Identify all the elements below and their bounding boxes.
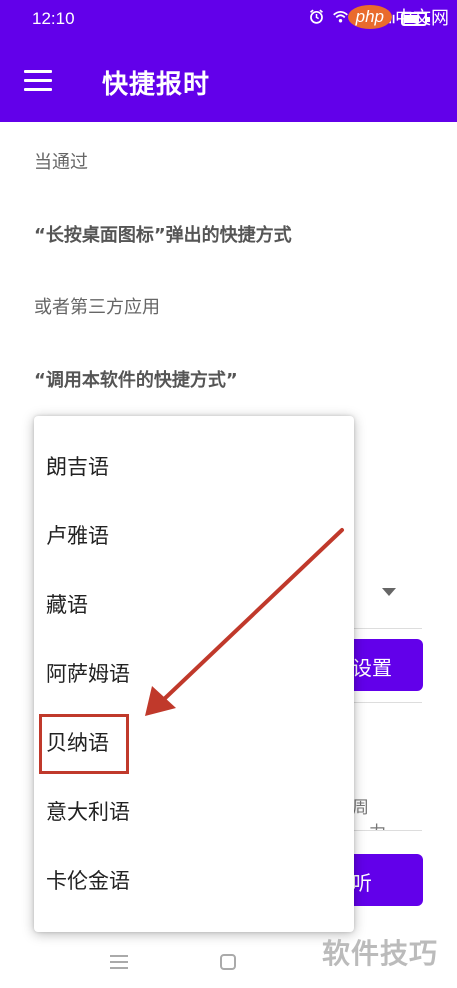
watermark-top: php 中文网 xyxy=(347,4,449,30)
content-line-2: “长按桌面图标”弹出的快捷方式 xyxy=(34,225,292,246)
divider xyxy=(352,628,422,629)
content-line-1: 当通过 xyxy=(34,152,88,173)
app-title: 快捷报时 xyxy=(102,70,211,100)
spinner-arrow-icon[interactable] xyxy=(382,588,396,596)
listen-button-label: 听 xyxy=(352,871,372,895)
language-dropdown[interactable]: 朗吉语 卢雅语 藏语 阿萨姆语 贝纳语 意大利语 卡伦金语 xyxy=(34,416,354,932)
watermark-bottom: 软件技巧 xyxy=(322,937,439,970)
alarm-icon xyxy=(310,9,323,24)
status-time: 12:10 xyxy=(32,9,75,28)
dropdown-option[interactable]: 藏语 xyxy=(34,571,354,640)
menu-icon[interactable] xyxy=(24,70,52,92)
dropdown-option[interactable]: 意大利语 xyxy=(34,778,354,847)
dropdown-option[interactable]: 朗吉语 xyxy=(34,433,354,502)
bg-text-week: 周 xyxy=(352,798,369,818)
divider xyxy=(352,830,422,831)
app-bar: 快捷报时 xyxy=(0,40,457,122)
dropdown-option[interactable]: 卡伦金语 xyxy=(34,847,354,916)
highlight-box xyxy=(39,714,129,774)
settings-button-label: 设置 xyxy=(352,656,392,680)
nav-home-icon[interactable] xyxy=(220,954,236,970)
content-line-3: 或者第三方应用 xyxy=(34,297,160,318)
watermark-php: php xyxy=(347,5,392,29)
dropdown-option[interactable]: 阿萨姆语 xyxy=(34,640,354,709)
divider xyxy=(352,702,422,703)
content-line-4: “调用本软件的快捷方式” xyxy=(34,370,238,391)
watermark-site: 中文网 xyxy=(395,8,449,28)
nav-menu-icon[interactable] xyxy=(110,955,128,969)
bg-text-partial: 一力 xyxy=(352,818,386,830)
dropdown-option[interactable]: 卢雅语 xyxy=(34,502,354,571)
wifi-icon xyxy=(333,10,348,23)
